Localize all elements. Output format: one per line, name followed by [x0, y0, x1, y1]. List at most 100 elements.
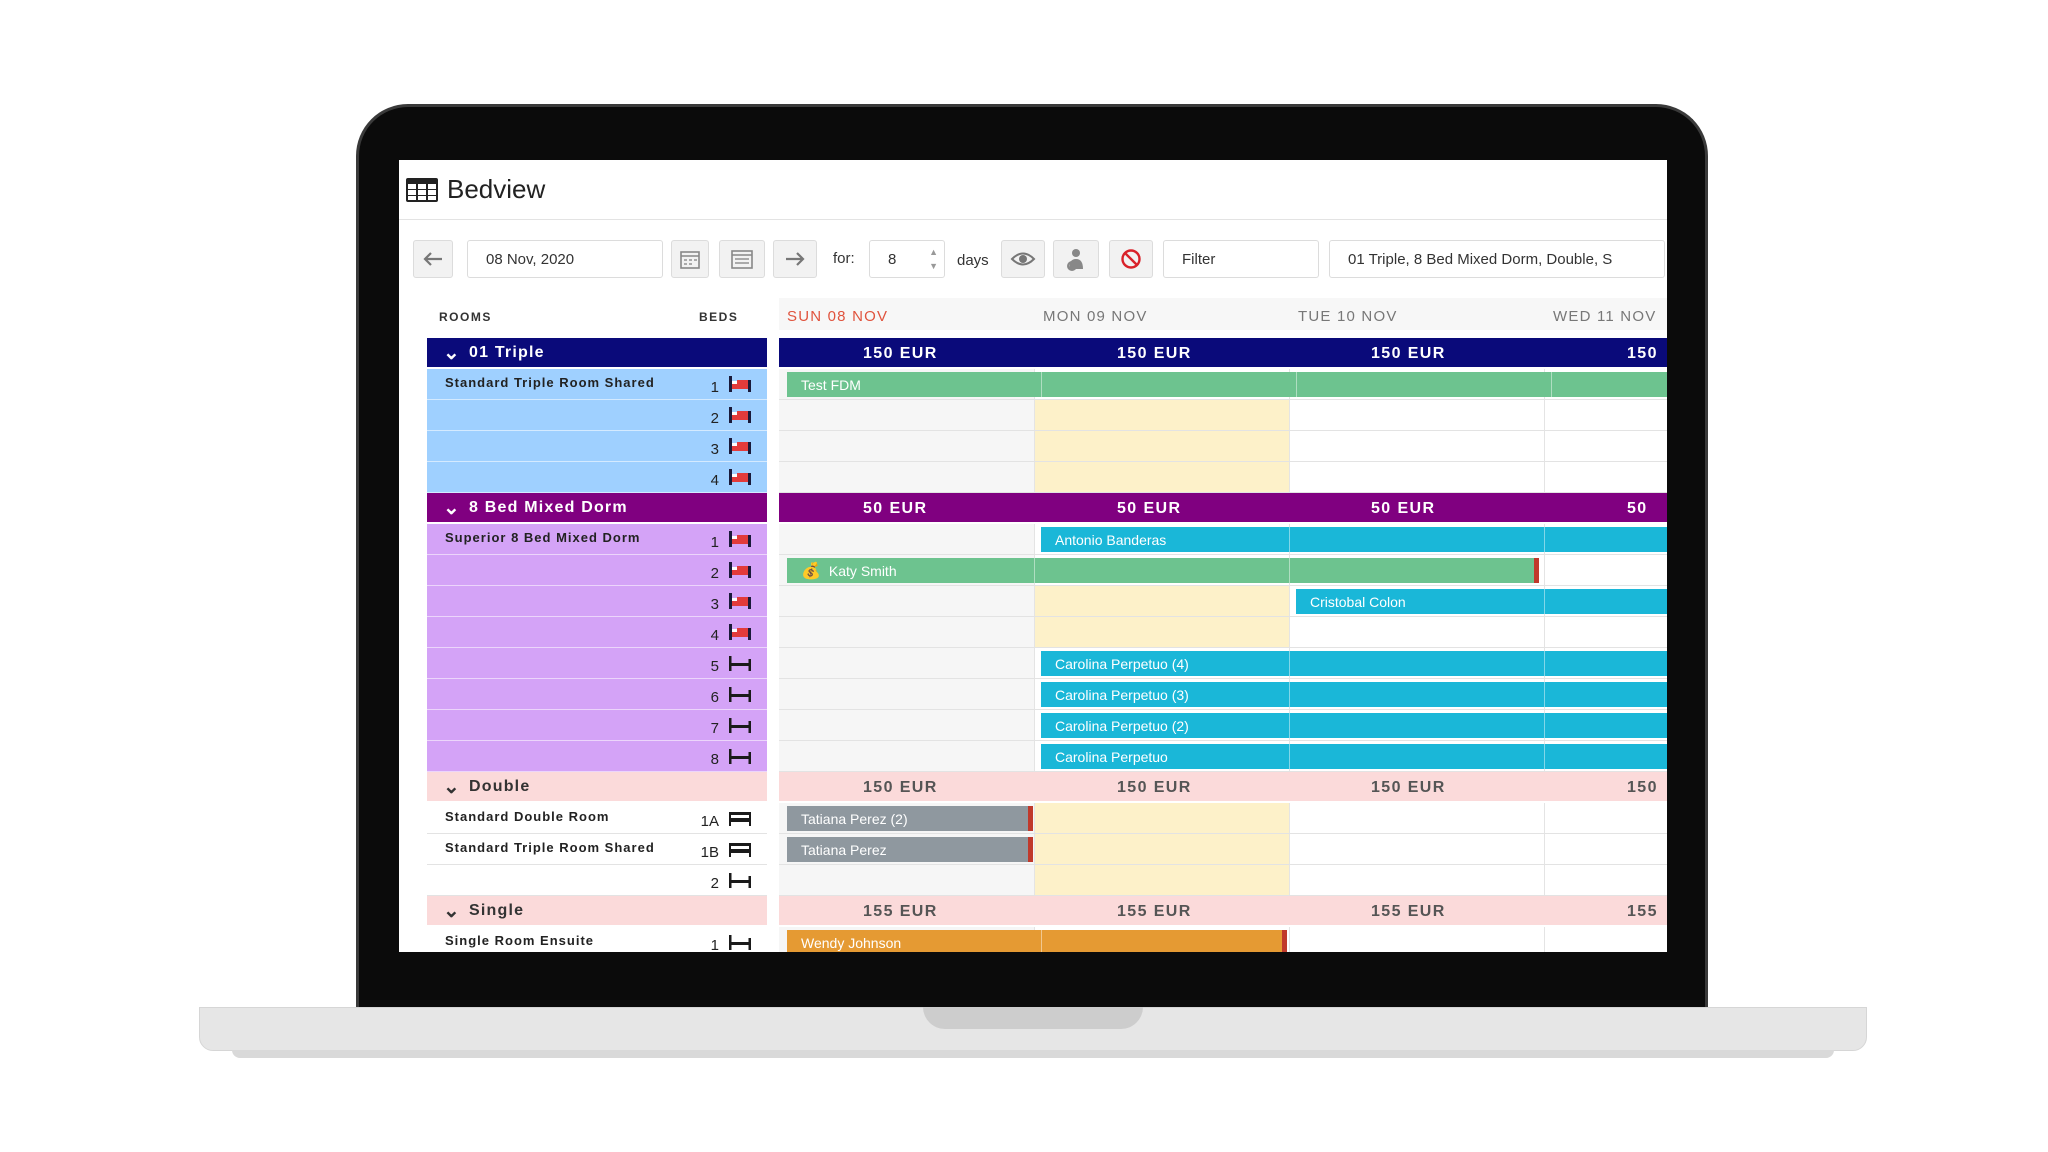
day-divider: [1544, 865, 1545, 895]
booking-bar[interactable]: Carolina Perpetuo: [1041, 744, 1667, 769]
eye-icon: [1010, 252, 1036, 266]
stepper-arrows-icon[interactable]: ▲ ▼: [929, 245, 938, 273]
day-divider: [1289, 586, 1290, 616]
booking-bar[interactable]: Tatiana Perez (2): [787, 806, 1033, 831]
chevron-down-icon[interactable]: ⌄: [443, 901, 460, 921]
booking-bar[interactable]: 💰 Katy Smith: [787, 558, 1539, 583]
booking-guest-name: Wendy Johnson: [801, 934, 902, 951]
day-divider: [1034, 803, 1035, 833]
day-divider: [1034, 400, 1035, 430]
booking-guest-name: Carolina Perpetuo (3): [1055, 686, 1189, 703]
price-row-double: 150 EUR 150 EUR 150 EUR 150: [779, 772, 1667, 801]
bed-row-timeline[interactable]: Tatiana Perez (2): [779, 803, 1667, 834]
day-divider: [1034, 431, 1035, 461]
booking-day-divider: [1544, 713, 1545, 738]
price-row-triple: 150 EUR 150 EUR 150 EUR 150: [779, 338, 1667, 367]
highlight-day-shade: [1034, 586, 1289, 616]
bed-row-label: 4: [427, 617, 767, 648]
day-header-wed: WED 11 NOV: [1553, 308, 1657, 325]
bed-number: 7: [710, 720, 719, 737]
bed-row-timeline[interactable]: [779, 462, 1667, 493]
bed-number: 8: [710, 751, 719, 768]
bed-row-timeline[interactable]: Wendy Johnson: [779, 927, 1667, 952]
booking-end-marker: [1282, 930, 1287, 952]
bed-row-label: 6: [427, 679, 767, 710]
room-type-header-dorm[interactable]: ⌄ 8 Bed Mixed Dorm: [427, 493, 767, 522]
filter-input[interactable]: Filter: [1163, 240, 1319, 278]
money-bag-icon: 💰: [801, 562, 821, 580]
bed-row-timeline[interactable]: 💰 Katy Smith: [779, 555, 1667, 586]
laptop-notch: [923, 1007, 1143, 1029]
day-divider: [1034, 865, 1035, 895]
date-input[interactable]: 08 Nov, 2020: [467, 240, 663, 278]
past-day-shade: [779, 617, 1034, 647]
bed-icon: [729, 593, 751, 609]
prev-date-button[interactable]: [413, 240, 453, 278]
day-divider: [1544, 803, 1545, 833]
booking-bar[interactable]: Wendy Johnson: [787, 930, 1287, 952]
booking-bar[interactable]: Tatiana Perez: [787, 837, 1033, 862]
room-type-header-double[interactable]: ⌄ Double: [427, 772, 767, 801]
bed-number: 1: [710, 937, 719, 952]
day-divider: [1544, 834, 1545, 864]
bed-row-timeline[interactable]: Test FDM: [779, 369, 1667, 400]
toolbar: 08 Nov, 2020 for: 8 ▲ ▼ days Filter 01 T…: [413, 240, 1665, 278]
booking-day-divider: [1544, 589, 1545, 614]
room-type-header-triple[interactable]: ⌄ 01 Triple: [427, 338, 767, 367]
bed-row-timeline[interactable]: Cristobal Colon: [779, 586, 1667, 617]
price-cell: 150: [1627, 345, 1658, 362]
room-name: Standard Triple Room Shared: [445, 375, 655, 390]
bed-row-label: 3: [427, 431, 767, 462]
bed-row-timeline[interactable]: Carolina Perpetuo: [779, 741, 1667, 772]
guest-button[interactable]: [1053, 240, 1099, 278]
bed-row-label: Standard Double Room 1A: [427, 803, 767, 834]
bed-row-timeline[interactable]: [779, 617, 1667, 648]
bed-number: 3: [710, 441, 719, 458]
day-divider: [1034, 710, 1035, 740]
calendar-button[interactable]: [671, 240, 709, 278]
day-header-sun: SUN 08 NOV: [787, 308, 889, 325]
price-cell: 50: [1627, 500, 1648, 517]
bed-row-timeline[interactable]: [779, 400, 1667, 431]
block-button[interactable]: [1109, 240, 1153, 278]
bed-number: 2: [710, 565, 719, 582]
bed-row-timeline[interactable]: Carolina Perpetuo (3): [779, 679, 1667, 710]
booking-bar[interactable]: Antonio Banderas: [1041, 527, 1667, 552]
past-day-shade: [779, 648, 1034, 678]
booking-bar[interactable]: Carolina Perpetuo (3): [1041, 682, 1667, 707]
booking-bar[interactable]: Test FDM: [787, 372, 1667, 397]
bed-icon: [729, 749, 751, 764]
bed-row-timeline[interactable]: Carolina Perpetuo (4): [779, 648, 1667, 679]
chevron-down-icon[interactable]: ⌄: [443, 498, 460, 518]
price-cell: 155 EUR: [1117, 903, 1192, 920]
bed-number: 2: [710, 410, 719, 427]
days-stepper[interactable]: 8 ▲ ▼: [869, 240, 945, 278]
room-type-select[interactable]: 01 Triple, 8 Bed Mixed Dorm, Double, S: [1329, 240, 1665, 278]
bed-row-timeline[interactable]: Antonio Banderas: [779, 524, 1667, 555]
bed-row-timeline[interactable]: Tatiana Perez: [779, 834, 1667, 865]
booking-guest-name: Test FDM: [801, 376, 861, 393]
bed-row-timeline[interactable]: Carolina Perpetuo (2): [779, 710, 1667, 741]
bed-icon: [729, 935, 751, 950]
view-toggle-button[interactable]: [1001, 240, 1045, 278]
chevron-down-icon[interactable]: ⌄: [443, 343, 460, 363]
booking-day-divider: [1296, 372, 1297, 397]
calendar-grid-button[interactable]: [719, 240, 765, 278]
booking-bar[interactable]: Carolina Perpetuo (4): [1041, 651, 1667, 676]
booking-bar[interactable]: Carolina Perpetuo (2): [1041, 713, 1667, 738]
booking-bar[interactable]: Cristobal Colon: [1296, 589, 1667, 614]
chevron-down-icon[interactable]: ⌄: [443, 777, 460, 797]
bed-icon: [729, 812, 751, 826]
room-type-header-single[interactable]: ⌄ Single: [427, 896, 767, 925]
price-cell: 50 EUR: [1117, 500, 1182, 517]
room-type-name: 01 Triple: [469, 343, 545, 361]
next-date-button[interactable]: [773, 240, 817, 278]
day-divider: [1544, 431, 1545, 461]
date-value: 08 Nov, 2020: [486, 250, 575, 268]
bed-row-timeline[interactable]: [779, 431, 1667, 462]
bed-row-timeline[interactable]: [779, 865, 1667, 896]
calendar-grid-icon: [731, 250, 753, 269]
bed-row-label: 2: [427, 555, 767, 586]
bed-icon: [729, 624, 751, 640]
bed-row-label: Single Room Ensuite 1: [427, 927, 767, 952]
